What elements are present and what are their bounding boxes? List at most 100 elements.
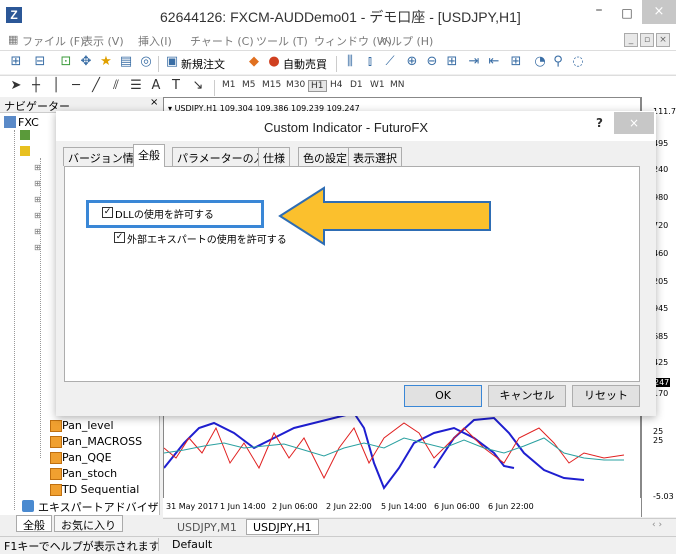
dialog-close-button[interactable]: × bbox=[614, 112, 654, 134]
time-label: 6 Jun 22:00 bbox=[488, 502, 534, 511]
chart-shift-icon[interactable]: ⇥ bbox=[466, 54, 482, 70]
menu-chart[interactable]: チャート (C) bbox=[190, 33, 254, 49]
new-order-button[interactable]: 新規注文 bbox=[181, 56, 225, 72]
tree-expander[interactable]: ⊞ bbox=[34, 211, 41, 220]
cancel-button[interactable]: キャンセル bbox=[488, 385, 566, 407]
time-label: 2 Jun 06:00 bbox=[272, 502, 318, 511]
menu-help[interactable]: ヘルプ (H) bbox=[380, 33, 433, 49]
tree-expander[interactable]: ⊞ bbox=[34, 163, 41, 172]
tree-item-pan-level[interactable]: Pan_level bbox=[62, 419, 114, 432]
dialog-help-button[interactable]: ? bbox=[596, 116, 603, 130]
tab-general[interactable]: 全般 bbox=[16, 515, 52, 532]
close-button[interactable]: × bbox=[642, 0, 676, 24]
price-label: -5.03 bbox=[653, 492, 674, 501]
channel-icon[interactable]: ⫽ bbox=[108, 78, 124, 94]
timeframe-m5[interactable]: M5 bbox=[242, 80, 256, 90]
tab-favorites[interactable]: お気に入り bbox=[54, 515, 123, 532]
timeframe-h1[interactable]: H1 bbox=[308, 80, 327, 92]
tree-expander[interactable]: ⊞ bbox=[34, 227, 41, 236]
timeframe-m30[interactable]: M30 bbox=[286, 80, 305, 90]
tree-item-pan-qqe[interactable]: Pan_QQE bbox=[62, 451, 112, 464]
timeframe-m15[interactable]: M15 bbox=[262, 80, 281, 90]
mdi-restore-button[interactable]: ▫ bbox=[640, 33, 654, 47]
label-icon[interactable]: T bbox=[168, 78, 184, 94]
tab-scroll-arrows[interactable]: ‹ › bbox=[652, 520, 662, 530]
periods-icon[interactable]: ◔ bbox=[532, 54, 548, 70]
indicators-icon[interactable]: ⊞ bbox=[508, 54, 524, 70]
auto-trading-button[interactable]: 自動売買 bbox=[283, 56, 327, 72]
tree-guide bbox=[14, 130, 15, 510]
chat-icon[interactable]: ◌ bbox=[570, 54, 586, 70]
bar-chart-icon[interactable]: ⫼ bbox=[342, 54, 358, 70]
menu-insert[interactable]: 挿入(I) bbox=[138, 33, 172, 49]
tree-expander[interactable]: ⊞ bbox=[34, 179, 41, 188]
scroll-down-icon[interactable]: ⌄ bbox=[146, 500, 154, 510]
crosshair-icon[interactable]: ┼ bbox=[28, 78, 44, 94]
trendline-icon[interactable]: ╱ bbox=[88, 78, 104, 94]
autoscroll-icon[interactable]: ⇤ bbox=[486, 54, 502, 70]
timeframe-mn[interactable]: MN bbox=[390, 80, 405, 90]
vertical-line-icon[interactable]: │ bbox=[48, 78, 64, 94]
minimize-button[interactable]: – bbox=[586, 2, 612, 24]
profiles-icon[interactable]: ⊟ bbox=[32, 54, 48, 70]
fibonacci-icon[interactable]: ☰ bbox=[128, 78, 144, 94]
timeframe-w1[interactable]: W1 bbox=[370, 80, 385, 90]
menu-icon[interactable]: ▦ bbox=[8, 33, 18, 46]
toolbar-separator bbox=[214, 80, 215, 96]
reset-button[interactable]: リセット bbox=[572, 385, 640, 407]
tab-specs[interactable]: 仕様 bbox=[258, 147, 290, 166]
navigator-root[interactable]: FXC bbox=[18, 116, 39, 129]
time-label: 6 Jun 06:00 bbox=[434, 502, 480, 511]
terminal-icon[interactable]: ▤ bbox=[118, 54, 134, 70]
ok-button[interactable]: OK bbox=[404, 385, 482, 407]
allow-external-checkbox[interactable]: ✓ bbox=[114, 232, 125, 243]
navigator-close-button[interactable]: × bbox=[150, 97, 158, 108]
timeframe-d1[interactable]: D1 bbox=[350, 80, 363, 90]
navigator-icon[interactable]: ★ bbox=[98, 54, 114, 70]
menu-view[interactable]: 表示 (V) bbox=[82, 33, 124, 49]
price-label: 25 bbox=[653, 427, 664, 436]
timeframe-m1[interactable]: M1 bbox=[222, 80, 236, 90]
auto-trading-icon[interactable]: ● bbox=[266, 54, 282, 70]
horizontal-line-icon[interactable]: ─ bbox=[68, 78, 84, 94]
tile-windows-icon[interactable]: ⊞ bbox=[444, 54, 460, 70]
tester-icon[interactable]: ◎ bbox=[138, 54, 154, 70]
tree-item-td-sequential[interactable]: TD Sequential bbox=[62, 483, 139, 496]
timeframe-h4[interactable]: H4 bbox=[330, 80, 343, 90]
menu-file[interactable]: ファイル (F) bbox=[22, 33, 84, 49]
mdi-buttons: _ ▫ × bbox=[624, 33, 672, 47]
zoom-out-icon[interactable]: ⊖ bbox=[424, 54, 440, 70]
tab-visualization[interactable]: 表示選択 bbox=[348, 147, 402, 166]
tree-item-pan-stoch[interactable]: Pan_stoch bbox=[62, 467, 117, 480]
tree-expander[interactable]: ⊞ bbox=[34, 243, 41, 252]
tab-usdjpy-m1[interactable]: USDJPY,M1 bbox=[170, 519, 244, 535]
tab-usdjpy-h1[interactable]: USDJPY,H1 bbox=[246, 519, 319, 535]
tab-common[interactable]: 全般 bbox=[133, 144, 165, 167]
menu-tools[interactable]: ツール (T) bbox=[256, 33, 308, 49]
time-label: 2 Jun 22:00 bbox=[326, 502, 372, 511]
tree-expander[interactable]: ⊞ bbox=[34, 195, 41, 204]
maximize-button[interactable]: □ bbox=[614, 2, 640, 24]
time-label: 1 Jun 14:00 bbox=[220, 502, 266, 511]
line-chart-icon[interactable]: ⟋ bbox=[382, 54, 398, 70]
data-window-icon[interactable]: ✥ bbox=[78, 54, 94, 70]
market-watch-icon[interactable]: ⊡ bbox=[58, 54, 74, 70]
cursor-icon[interactable]: ➤ bbox=[8, 78, 24, 94]
metaeditor-icon[interactable]: ◆ bbox=[246, 54, 262, 70]
tree-item-expert-advisors[interactable]: エキスパートアドバイザ bbox=[38, 499, 159, 515]
tree-item-pan-macross[interactable]: Pan_MACROSS bbox=[62, 435, 142, 448]
candlestick-icon[interactable]: ⫾ bbox=[362, 54, 378, 70]
zoom-in-icon[interactable]: ⊕ bbox=[404, 54, 420, 70]
mdi-close-button[interactable]: × bbox=[656, 33, 670, 47]
mdi-minimize-button[interactable]: _ bbox=[624, 33, 638, 47]
tab-colors[interactable]: 色の設定 bbox=[298, 147, 352, 166]
toolbar-separator bbox=[158, 56, 159, 72]
search-icon[interactable]: ⚲ bbox=[550, 54, 566, 70]
arrows-icon[interactable]: ↘ bbox=[190, 78, 206, 94]
app-logo-icon: Z bbox=[6, 7, 22, 23]
allow-external-label[interactable]: 外部エキスパートの使用を許可する bbox=[127, 231, 287, 246]
text-icon[interactable]: A bbox=[148, 78, 164, 94]
indicator-icon bbox=[50, 420, 62, 432]
new-chart-icon[interactable]: ⊞ bbox=[8, 54, 24, 70]
new-order-icon[interactable]: ▣ bbox=[164, 54, 180, 70]
